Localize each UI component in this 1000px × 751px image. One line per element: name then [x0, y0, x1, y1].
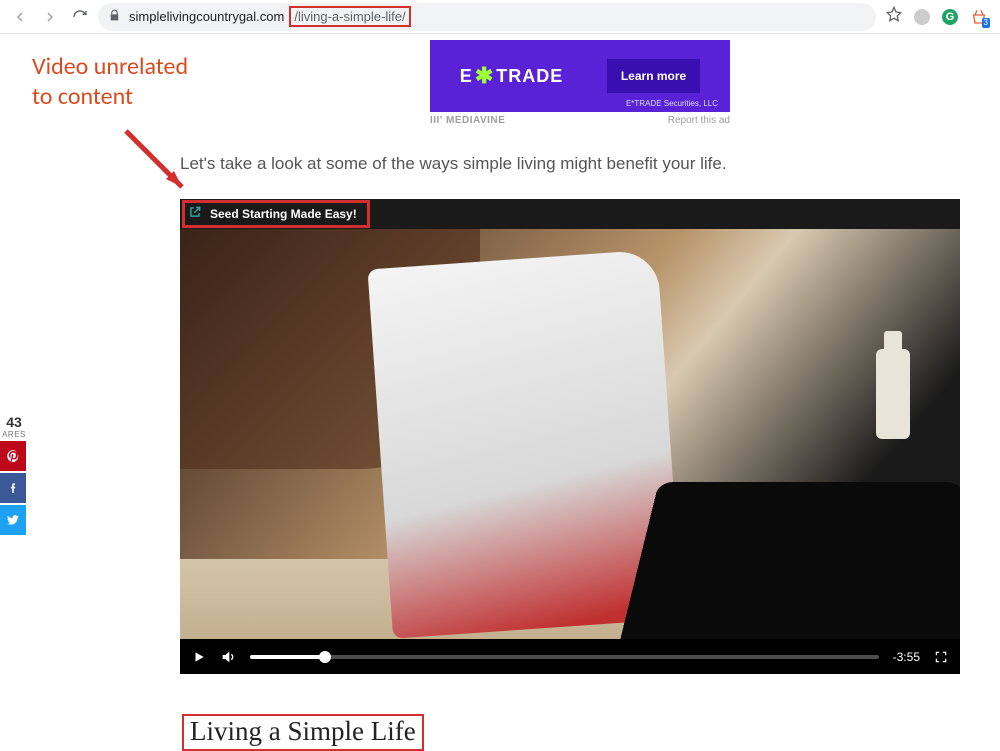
article-paragraph: Let's take a look at some of the ways si…: [180, 154, 727, 174]
play-icon[interactable]: [192, 650, 206, 664]
volume-icon[interactable]: [220, 649, 236, 665]
ad-logo-a: E: [460, 66, 473, 87]
share-label: ARES: [0, 430, 28, 439]
report-ad-link[interactable]: Report this ad: [668, 115, 730, 126]
pinterest-button[interactable]: [0, 441, 26, 471]
extension-icon[interactable]: [914, 9, 930, 25]
back-icon[interactable]: [12, 9, 28, 25]
article-heading: Living a Simple Life: [182, 714, 424, 751]
lock-icon: [108, 9, 121, 25]
forward-icon[interactable]: [42, 9, 58, 25]
address-bar[interactable]: simplelivingcountrygal.com/living-a-simp…: [98, 3, 876, 31]
progress-knob[interactable]: [319, 651, 331, 663]
etrade-ad[interactable]: E✱TRADE Learn more E*TRADE Securities, L…: [430, 40, 730, 112]
share-count: 43: [0, 414, 28, 430]
grammarly-icon[interactable]: G: [942, 9, 958, 25]
twitter-button[interactable]: [0, 505, 26, 535]
video-frame[interactable]: [180, 229, 960, 639]
mediavine-logo: III' MEDIAVINE: [430, 115, 505, 126]
reload-icon[interactable]: [72, 9, 88, 25]
bookmark-star-icon[interactable]: [886, 6, 902, 27]
learn-more-button[interactable]: Learn more: [607, 59, 700, 93]
share-rail: 43 ARES: [0, 414, 28, 535]
ad-container: E✱TRADE Learn more E*TRADE Securities, L…: [430, 40, 730, 126]
page-content: E✱TRADE Learn more E*TRADE Securities, L…: [0, 34, 1000, 751]
progress-bar[interactable]: [250, 655, 879, 659]
extension-icons: G 3: [886, 6, 992, 27]
browser-chrome: simplelivingcountrygal.com/living-a-simp…: [0, 0, 1000, 34]
extension-badge: 3: [982, 18, 990, 28]
url-path-highlight: /living-a-simple-life/: [289, 6, 410, 27]
video-title: Seed Starting Made Easy!: [210, 207, 357, 221]
video-controls: -3:55: [180, 639, 960, 674]
fullscreen-icon[interactable]: [934, 650, 948, 664]
time-remaining: -3:55: [893, 650, 920, 664]
facebook-button[interactable]: [0, 473, 26, 503]
video-player: Seed Starting Made Easy! -3:55: [180, 199, 960, 674]
nav-icons: [8, 9, 88, 25]
shopping-extension-icon[interactable]: 3: [970, 8, 988, 26]
progress-fill: [250, 655, 325, 659]
ad-footer: III' MEDIAVINE Report this ad: [430, 115, 730, 126]
ad-subtext: E*TRADE Securities, LLC: [626, 99, 718, 108]
url-domain: simplelivingcountrygal.com: [129, 9, 284, 24]
ad-logo-b: TRADE: [496, 66, 563, 87]
video-title-bar[interactable]: Seed Starting Made Easy!: [180, 199, 960, 229]
ad-star-icon: ✱: [475, 63, 494, 89]
ad-logo: E✱TRADE: [460, 63, 563, 89]
external-link-icon[interactable]: [188, 205, 202, 224]
